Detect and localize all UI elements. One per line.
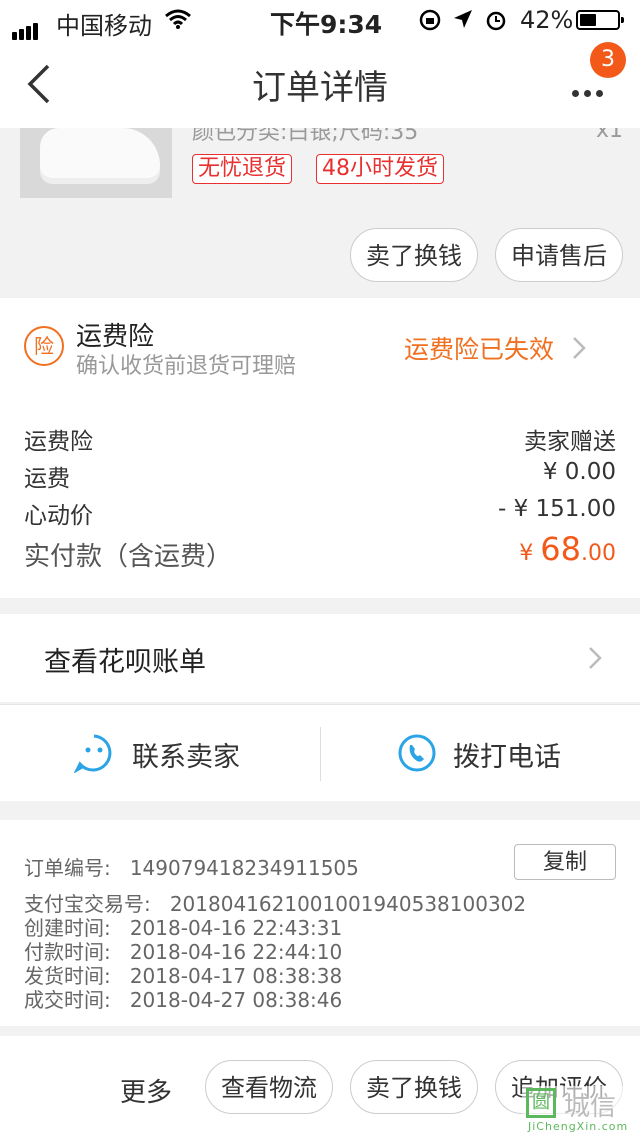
fee-label: 运费险: [24, 429, 93, 455]
call-phone-label: 拨打电话: [453, 742, 561, 773]
more-actions-button[interactable]: 更多: [120, 1072, 172, 1109]
view-logistics-button[interactable]: 查看物流: [205, 1060, 333, 1114]
product-quantity: x1: [596, 128, 624, 143]
total-amount: ¥ 68.00: [519, 530, 616, 568]
insurance-description: 确认收货前退货可理赔: [76, 354, 297, 379]
watermark-url: JiChengXin.com: [528, 1120, 629, 1133]
contact-seller-button[interactable]: 联系卖家: [0, 705, 320, 801]
tag-48h-shipping: 48小时发货: [316, 154, 444, 184]
status-bar: 中国移动 下午9:34 42%: [0, 0, 640, 40]
fee-value: - ¥ 151.00: [497, 496, 616, 522]
sell-for-cash-button[interactable]: 卖了换钱: [350, 1060, 478, 1114]
fee-label: 心动价: [24, 503, 93, 529]
wifi-icon: [165, 9, 191, 29]
nav-bar: 订单详情 3: [0, 40, 640, 128]
watermark-logo: 圆: [526, 1088, 556, 1118]
fee-value: ¥ 0.00: [542, 459, 616, 485]
more-menu-icon[interactable]: [572, 82, 608, 101]
call-phone-button[interactable]: 拨打电话: [321, 705, 640, 801]
watermark-brand: 城信: [564, 1092, 617, 1122]
fee-row-insurance: 运费险 卖家赠送: [24, 422, 616, 456]
rotation-lock-icon: [419, 9, 441, 31]
product-variant: 颜色分类:白银;尺码:35: [192, 128, 419, 145]
contact-section: 联系卖家 拨打电话: [0, 704, 640, 801]
chat-face-icon: [74, 734, 112, 773]
contact-seller-label: 联系卖家: [132, 742, 240, 773]
order-number-row: 订单编号: 149079418234911505: [24, 856, 359, 880]
battery-percent: 42%: [520, 6, 574, 34]
site-watermark: 圆 城信 JiChengXin.com: [522, 1086, 640, 1136]
clock: 下午9:34: [270, 10, 383, 39]
fee-label: 运费: [24, 466, 70, 492]
fee-row-price: 心动价 - ¥ 151.00: [24, 496, 616, 530]
product-section: 颜色分类:白银;尺码:35 x1 无忧退货 48小时发货 卖了换钱 申请售后: [0, 128, 640, 298]
fee-row-shipping: 运费 ¥ 0.00: [24, 459, 616, 493]
chevron-right-icon: [573, 337, 586, 359]
signal-icon: [12, 12, 40, 40]
huabei-label: 查看花呗账单: [44, 647, 206, 678]
page-title: 订单详情: [252, 68, 388, 108]
sell-for-cash-button[interactable]: 卖了换钱: [350, 228, 478, 282]
total-paid-row: 实付款（含运费） ¥ 68.00: [24, 530, 616, 573]
after-sales-button[interactable]: 申请售后: [495, 228, 623, 282]
location-icon: [454, 10, 472, 28]
alarm-icon: [486, 11, 506, 31]
fee-value: 卖家赠送: [524, 429, 616, 455]
huabei-bill-row[interactable]: 查看花呗账单: [0, 614, 640, 702]
tag-worry-free-return: 无忧退货: [192, 154, 293, 184]
copy-button[interactable]: 复制: [514, 844, 616, 880]
insurance-status-link[interactable]: 运费险已失效: [404, 330, 554, 366]
chevron-right-icon: [589, 647, 602, 669]
carrier-name: 中国移动: [56, 12, 152, 40]
phone-icon: [398, 734, 436, 772]
order-info-section: 订单编号: 149079418234911505 复制 支付宝交易号: 2018…: [0, 820, 640, 1026]
product-thumbnail[interactable]: [20, 128, 172, 198]
shipping-insurance-section: 险 运费险 确认收货前退货可理赔 运费险已失效 运费险 卖家赠送 运费 ¥ 0.…: [0, 298, 640, 598]
battery-icon: [576, 10, 624, 30]
completed-time-row: 成交时间: 2018-04-27 08:38:46: [24, 988, 343, 1012]
notification-badge: 3: [590, 42, 626, 78]
total-label: 实付款（含运费）: [24, 542, 233, 572]
insurance-icon: 险: [24, 326, 64, 366]
